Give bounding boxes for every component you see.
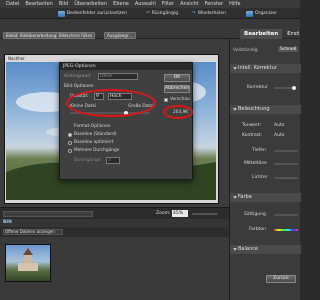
preview-label: Vorschau (170, 97, 190, 102)
jpeg-options-dialog: JPEG-Optionen Hintergrund: Ohne Bild-Opt… (59, 62, 193, 180)
menu-enhance[interactable]: Überarbeiten (71, 1, 110, 7)
undo-label: Rückgängig (151, 11, 179, 16)
format-options-label: Format-Optionen (74, 124, 111, 129)
hue-slider[interactable] (274, 229, 298, 231)
contrast-auto-button[interactable]: Auto (274, 133, 284, 138)
bin-title: BIN (3, 220, 12, 225)
format-progressive-label: Mehrere Durchgänge (74, 148, 120, 153)
format-radio-optimized[interactable] (68, 141, 72, 145)
section-color-label: Farbe (238, 194, 252, 200)
tone-label: Tonwert: (242, 123, 262, 128)
zoom-input[interactable]: 45% (172, 210, 188, 217)
format-radio-baseline[interactable] (68, 133, 72, 137)
view-select[interactable] (3, 211, 93, 217)
reset-panels-button[interactable]: Bedienfelder zurücksetzen (58, 10, 127, 17)
format-baseline-label: Baseline (Standard) (74, 132, 117, 137)
format-optimized-label: Baseline optimiert (74, 140, 114, 145)
bin-header: BIN (0, 219, 229, 227)
chip-2[interactable]: Bildüberarbeitung (17, 32, 60, 39)
correction-label: Korrektur (247, 85, 268, 90)
tab-full[interactable]: Vollständig (233, 48, 258, 53)
undo-icon: ↶ (146, 11, 150, 16)
highlight-quality-oval (66, 89, 156, 117)
reset-panels-icon (58, 10, 65, 17)
highlights-label: Lichter (252, 175, 268, 180)
castle-thumbnail-art (18, 248, 38, 271)
undo-button[interactable]: ↶ Rückgängig (146, 10, 178, 17)
status-bar: Zoom: 45% (0, 207, 229, 219)
correction-slider-thumb[interactable] (292, 86, 296, 90)
redo-label: Wiederholen (197, 11, 227, 16)
contrast-label: Kontrast: (242, 133, 263, 138)
format-radio-progressive[interactable] (68, 149, 72, 153)
section-lighting[interactable]: Beleuchtung (230, 105, 301, 114)
redo-icon: ↷ (192, 11, 196, 16)
tone-auto-button[interactable]: Auto (274, 123, 284, 128)
menu-edit[interactable]: Bearbeiten (22, 1, 55, 7)
organizer-label: Organizer (255, 11, 278, 16)
expand-arrow-icon (233, 108, 237, 111)
tab-create[interactable]: Erst (283, 29, 303, 39)
tab-quick[interactable]: Schnell (278, 47, 299, 52)
scans-select[interactable]: 3 (106, 157, 120, 164)
section-smart-fix[interactable]: Intell. Korrektur (230, 64, 301, 73)
tab-edit[interactable]: Bearbeiten (240, 29, 283, 39)
expand-arrow-icon (233, 248, 237, 251)
section-smart-fix-label: Intell. Korrektur (238, 65, 277, 71)
matte-label: Hintergrund: (64, 74, 92, 79)
highlights-slider[interactable] (274, 177, 298, 179)
zoom-slider[interactable] (192, 213, 218, 215)
section-balance[interactable]: Balance (230, 245, 301, 254)
bin-toolbar: Offene Dateien anzeigen (0, 227, 229, 237)
zoom-label: Zoom: (156, 211, 171, 216)
organizer-button[interactable]: Organizer (246, 10, 277, 17)
ok-button[interactable]: OK (164, 74, 190, 82)
bin-dropdown[interactable]: Offene Dateien anzeigen (3, 229, 63, 235)
menu-help[interactable]: Hilfe (226, 1, 243, 7)
bin-thumbnail[interactable] (5, 244, 51, 282)
expand-arrow-icon (233, 196, 237, 199)
scans-label: Durchgänge: (74, 158, 102, 163)
menu-bar: Datei Bearbeiten Bild Überarbeiten Ebene… (0, 0, 300, 8)
reset-button[interactable]: Zurück (266, 275, 296, 283)
menu-window[interactable]: Fenster (202, 1, 227, 7)
highlight-size-oval (163, 105, 193, 119)
depth-slider[interactable] (274, 150, 298, 152)
correction-slider[interactable] (274, 87, 294, 89)
saturation-label: Sättigung (244, 212, 266, 217)
menu-layer[interactable]: Ebene (110, 1, 132, 7)
menu-select[interactable]: Auswahl (132, 1, 159, 7)
section-lighting-label: Beleuchtung (238, 106, 270, 112)
saturation-slider[interactable] (274, 214, 298, 216)
hue-label: Farbton (249, 227, 267, 232)
depth-label: Tiefen (252, 148, 266, 153)
reset-panels-label: Bedienfelder zurücksetzen (67, 11, 127, 16)
toolbar: Bedienfelder zurücksetzen ↶ Rückgängig ↷… (0, 8, 300, 19)
midtone-label: Mitteltöne (244, 161, 267, 166)
menu-image[interactable]: Bild (56, 1, 71, 7)
section-color[interactable]: Farbe (230, 193, 301, 202)
chip-4[interactable]: Ausgabegr… (104, 32, 136, 39)
cancel-button[interactable]: Abbrechen (164, 85, 190, 93)
midtone-slider[interactable] (274, 163, 298, 165)
menu-filter[interactable]: Filter (159, 1, 177, 7)
options-bar: Bildüberarbe… Bildüberarbeitung Bildschi… (0, 19, 300, 39)
menu-file[interactable]: Datei (3, 1, 22, 7)
matte-select[interactable]: Ohne (98, 73, 138, 80)
menu-view[interactable]: Ansicht (177, 1, 201, 7)
document-title: Nachher (8, 56, 25, 61)
image-options-label: Bild-Optionen (64, 84, 94, 89)
right-panel: Vollständig Schnell Intell. Korrektur Ko… (229, 39, 301, 300)
section-balance-label: Balance (238, 246, 258, 252)
chip-3[interactable]: Bildschirm füllen (56, 32, 96, 39)
dialog-title: JPEG-Optionen (60, 63, 192, 70)
organizer-icon (246, 10, 253, 17)
redo-button[interactable]: ↷ Wiederholen (192, 10, 226, 17)
expand-arrow-icon (233, 67, 237, 70)
preview-checkbox[interactable] (164, 98, 168, 102)
